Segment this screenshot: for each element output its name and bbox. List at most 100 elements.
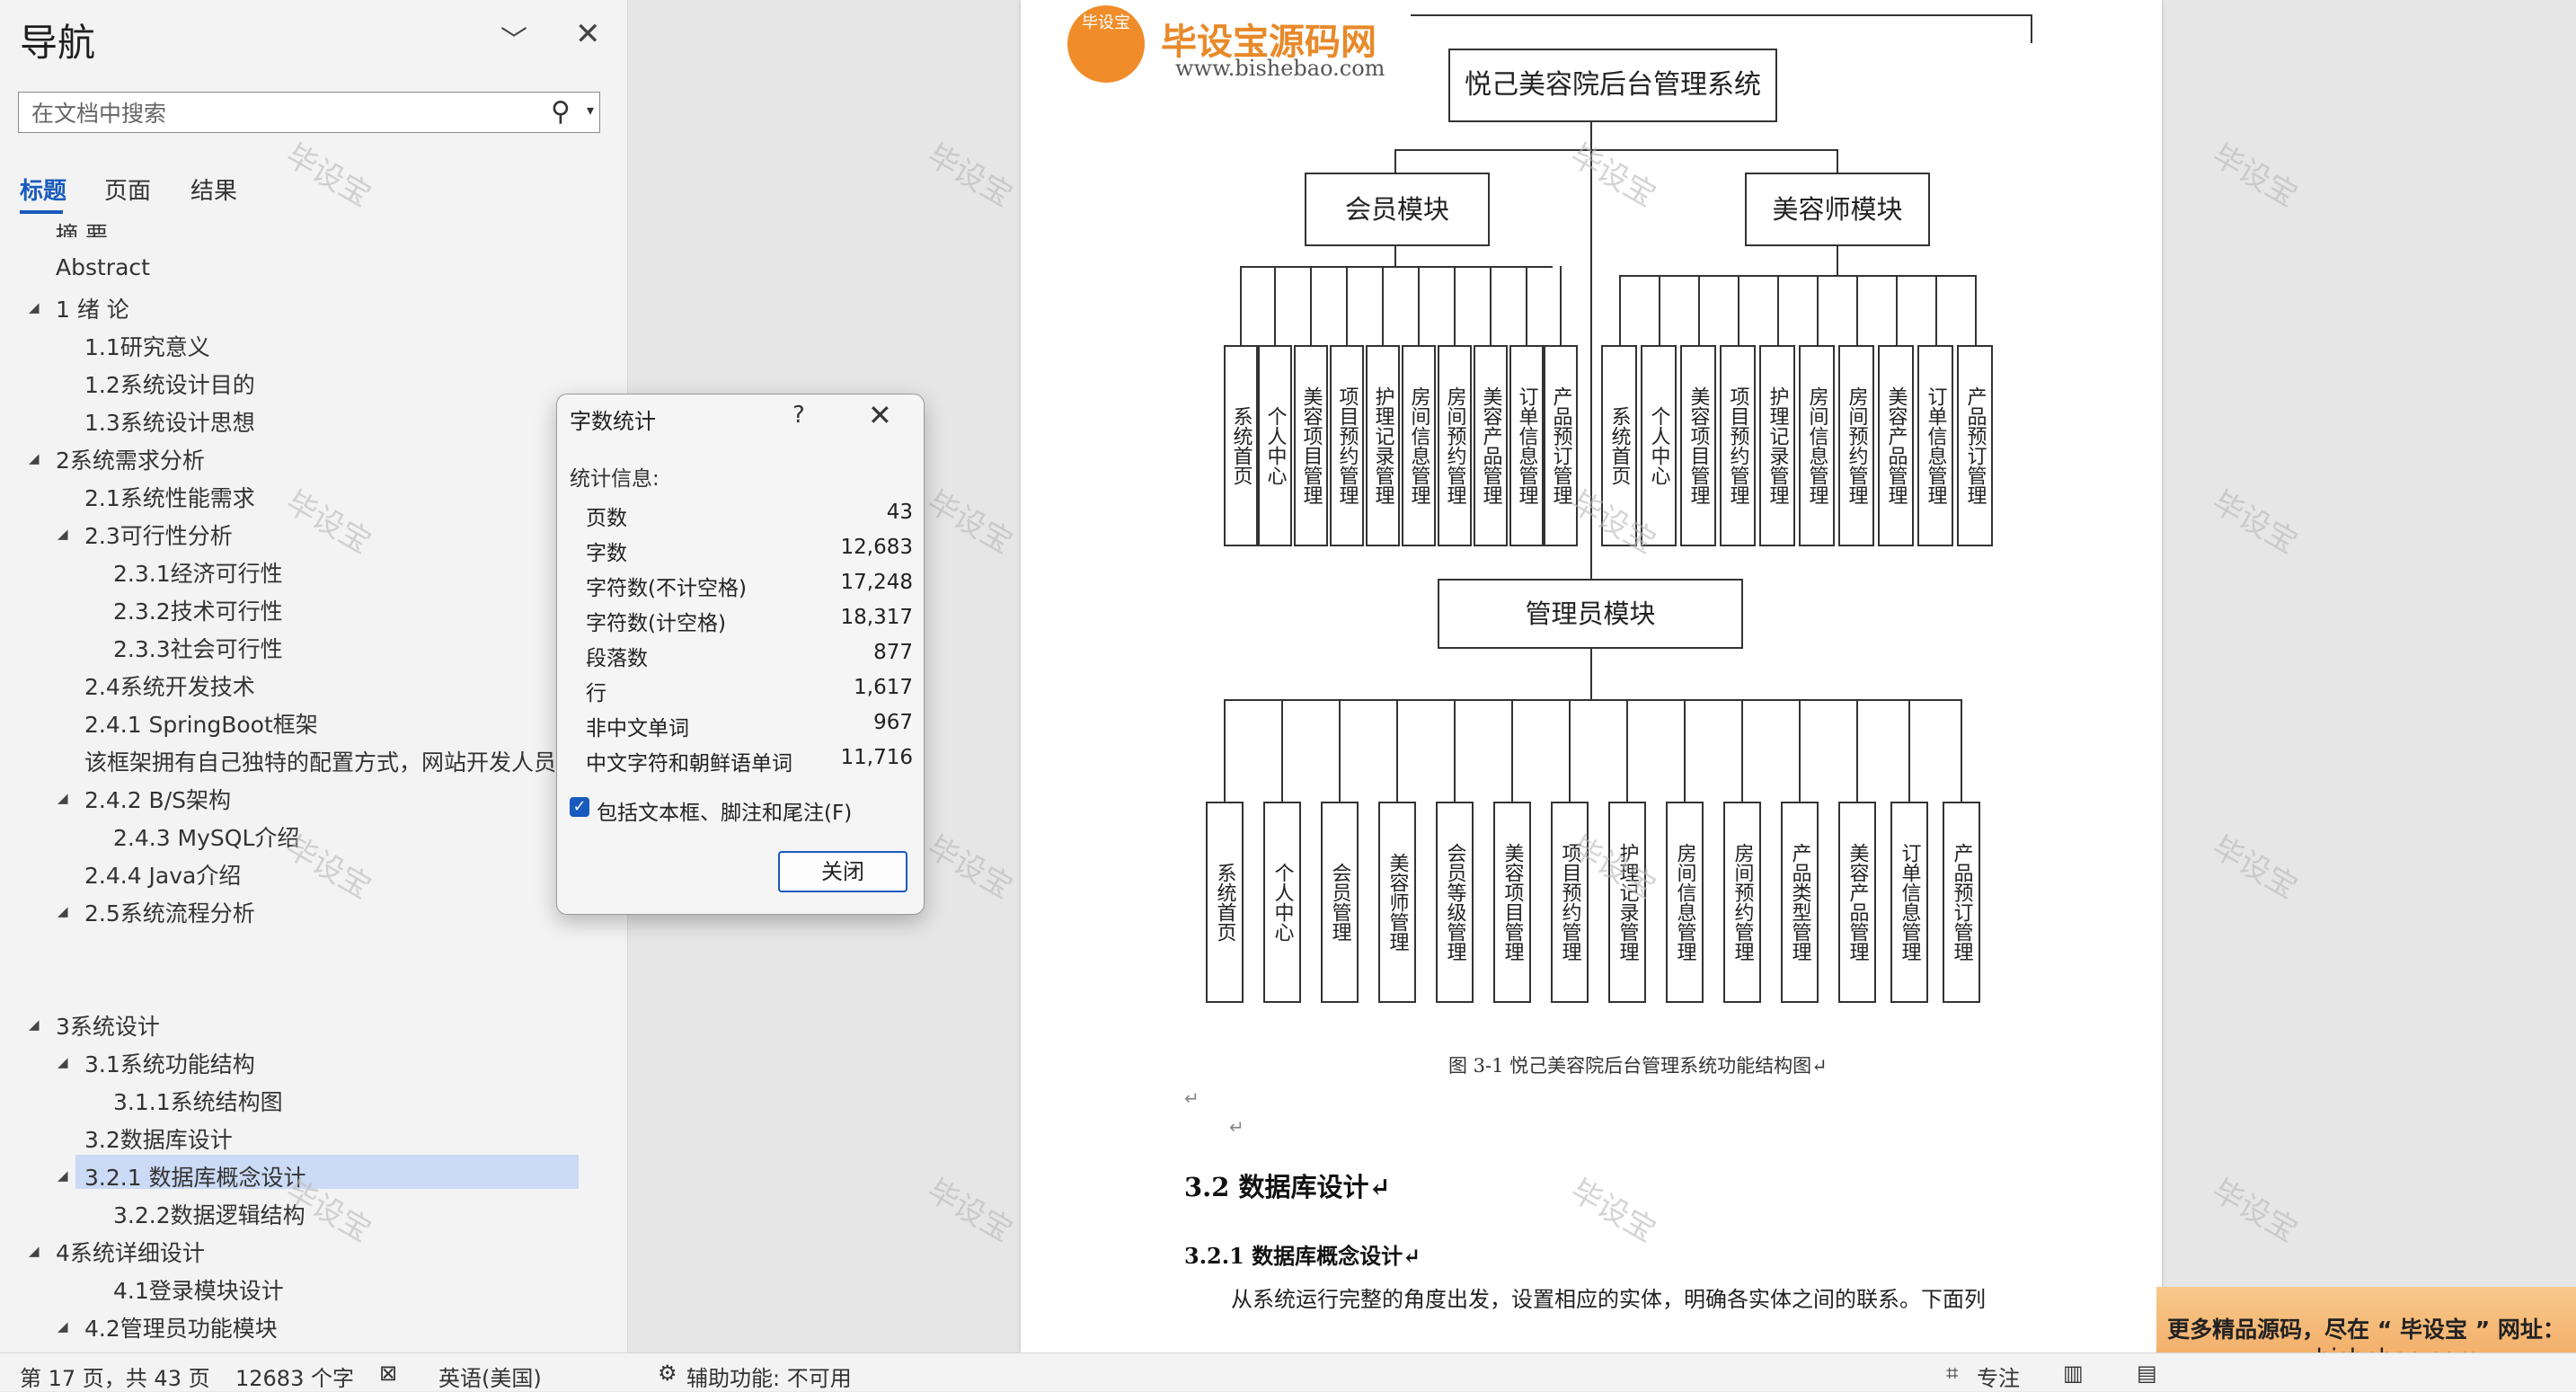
heading-item[interactable]: 2.3可行性分析 xyxy=(84,519,233,551)
language[interactable]: 英语(美国) xyxy=(438,1361,542,1392)
logo-url: www.bishebao.com xyxy=(1175,56,1385,81)
accessibility-icon[interactable]: ⚙ xyxy=(658,1361,677,1386)
connector-line xyxy=(1240,266,1553,268)
tab-pages[interactable]: 页面 xyxy=(104,173,151,206)
function-box: 美容产品管理 xyxy=(1838,802,1876,1003)
function-box: 产品类型管理 xyxy=(1781,802,1819,1003)
function-box: 美容产品管理 xyxy=(1878,345,1914,546)
connector-line xyxy=(1394,246,1396,266)
connector-line xyxy=(1896,275,1898,345)
read-mode-icon[interactable]: ▥ xyxy=(2063,1361,2084,1386)
admin-module-box: 管理员模块 xyxy=(1438,579,1743,649)
collapse-arrow-icon[interactable]: ◢ xyxy=(58,1167,68,1184)
help-button[interactable]: ? xyxy=(792,402,805,429)
close-button[interactable]: 关闭 xyxy=(778,851,907,892)
heading-item[interactable]: 2.4.4 Java介绍 xyxy=(84,858,241,891)
checkbox-label: 包括文本框、脚注和尾注(F) xyxy=(597,802,853,825)
connector-line xyxy=(1777,275,1779,345)
heading-item[interactable]: 3.2数据库设计 xyxy=(84,1122,233,1155)
function-box: 护理记录管理 xyxy=(1759,345,1795,546)
focus-mode[interactable]: 专注 xyxy=(1977,1361,2020,1392)
function-box: 房间预约管理 xyxy=(1438,345,1472,546)
tab-results[interactable]: 结果 xyxy=(190,173,237,206)
accessibility-status[interactable]: 辅助功能: 不可用 xyxy=(686,1361,852,1392)
heading-item[interactable]: 2.3.1经济可行性 xyxy=(113,556,283,589)
stats-section-label: 统计信息: xyxy=(570,467,659,491)
function-box: 美容项目管理 xyxy=(1294,345,1328,546)
connector-line xyxy=(1394,149,1396,173)
connector-line xyxy=(1856,699,1858,802)
collapse-arrow-icon[interactable]: ◢ xyxy=(29,299,40,315)
heading-item[interactable]: 4.2管理员功能模块 xyxy=(84,1311,278,1343)
function-box: 个人中心 xyxy=(1263,802,1301,1003)
connector-line xyxy=(1935,275,1937,345)
focus-icon[interactable]: ⌗ xyxy=(1946,1361,1959,1386)
heading-item[interactable]: 3.2.1 数据库概念设计 xyxy=(84,1160,306,1193)
heading-item[interactable]: 2.3.2技术可行性 xyxy=(113,594,283,626)
heading-item[interactable]: 该框架拥有自己独特的配置方式，网站开发人员不 xyxy=(84,745,566,777)
page-count[interactable]: 第 17 页，共 43 页 xyxy=(20,1361,210,1392)
connector-line xyxy=(1590,649,1592,699)
heading-item[interactable]: 1.1研究意义 xyxy=(84,330,210,362)
search-input[interactable] xyxy=(30,98,554,129)
connector-line xyxy=(1961,699,1962,802)
heading-item[interactable]: 2.5系统流程分析 xyxy=(84,896,255,928)
heading-item[interactable]: 3系统设计 xyxy=(56,1009,160,1042)
search-icon[interactable]: ⚲ xyxy=(551,96,571,128)
function-box: 房间信息管理 xyxy=(1666,802,1704,1003)
stat-label: 非中文单词 xyxy=(586,717,689,740)
heading-item[interactable]: 3.1系统功能结构 xyxy=(84,1047,255,1079)
connector-line xyxy=(1454,699,1456,802)
heading-item[interactable]: 2.4.3 MySQL介绍 xyxy=(113,820,299,853)
heading-item[interactable]: Abstract xyxy=(56,254,150,280)
collapse-arrow-icon[interactable]: ◢ xyxy=(58,790,68,806)
heading-item[interactable]: 2.4.1 SpringBoot框架 xyxy=(84,707,318,740)
collapse-arrow-icon[interactable]: ◢ xyxy=(29,1243,40,1259)
heading-item[interactable]: 2.3.3社会可行性 xyxy=(113,632,283,664)
close-icon[interactable]: ✕ xyxy=(575,16,601,52)
collapse-arrow-icon[interactable]: ◢ xyxy=(58,1054,68,1070)
collapse-arrow-icon[interactable]: ◢ xyxy=(58,1318,68,1334)
navigation-pane: 导航 ﹀ ✕ ⚲ ▾ 标题 页面 结果 摘 要 Abstract 1 绪 论 ◢ 1.1… xyxy=(0,0,628,1352)
stat-value: 18,317 xyxy=(840,606,913,629)
connector-line xyxy=(1659,275,1660,345)
heading-item[interactable]: 2.4系统开发技术 xyxy=(84,669,255,702)
beautician-module-box: 美容师模块 xyxy=(1745,173,1930,246)
connector-line xyxy=(1224,699,1226,802)
include-textboxes-checkbox[interactable]: ✓ xyxy=(570,797,589,817)
heading-item[interactable]: 1.2系统设计目的 xyxy=(84,368,255,400)
stat-value: 11,716 xyxy=(840,746,913,769)
search-box[interactable]: ⚲ ▾ xyxy=(18,92,600,133)
word-count-dialog: 字数统计 ? ✕ 统计信息: 页数 43 字数 12,683 字符数(不计空格) 17,2… xyxy=(556,394,925,915)
heading-item[interactable]: 1.3系统设计思想 xyxy=(84,405,255,438)
function-box: 会员等级管理 xyxy=(1436,802,1474,1003)
heading-item[interactable]: 2.4.2 B/S架构 xyxy=(84,783,231,815)
heading-item[interactable]: 3.2.2数据逻辑结构 xyxy=(113,1198,305,1230)
root-box: 悦己美容院后台管理系统 xyxy=(1448,49,1777,122)
heading-item[interactable]: 1 绪 论 xyxy=(56,292,129,324)
word-count[interactable]: 12683 个字 xyxy=(235,1361,354,1392)
heading-item[interactable]: 3.1.1系统结构图 xyxy=(113,1085,283,1117)
function-box: 美容项目管理 xyxy=(1493,802,1531,1003)
heading-item[interactable]: 4系统详细设计 xyxy=(56,1236,205,1268)
print-layout-icon[interactable]: ▤ xyxy=(2137,1361,2157,1386)
collapse-arrow-icon[interactable]: ◢ xyxy=(29,450,40,466)
connector-line xyxy=(1741,699,1743,802)
proofing-icon[interactable]: ⊠ xyxy=(379,1361,397,1386)
function-box: 订单信息管理 xyxy=(1917,345,1953,546)
chevron-down-icon[interactable]: ﹀ xyxy=(500,18,527,58)
tab-headings[interactable]: 标题 xyxy=(20,173,66,206)
connector-line xyxy=(2031,14,2032,43)
close-icon[interactable]: ✕ xyxy=(868,398,892,432)
connector-line xyxy=(1281,699,1283,802)
heading-item[interactable]: 4.1登录模块设计 xyxy=(113,1273,284,1306)
heading-item[interactable]: 2系统需求分析 xyxy=(56,443,205,475)
collapse-arrow-icon[interactable]: ◢ xyxy=(58,903,68,919)
connector-line xyxy=(1626,699,1628,802)
heading-item[interactable]: 2.1系统性能需求 xyxy=(84,481,255,513)
active-tab-indicator xyxy=(20,210,63,214)
collapse-arrow-icon[interactable]: ◢ xyxy=(58,526,68,542)
collapse-arrow-icon[interactable]: ◢ xyxy=(29,1016,40,1033)
chevron-down-icon[interactable]: ▾ xyxy=(587,102,594,119)
heading-item[interactable]: 摘 要 xyxy=(56,217,108,237)
